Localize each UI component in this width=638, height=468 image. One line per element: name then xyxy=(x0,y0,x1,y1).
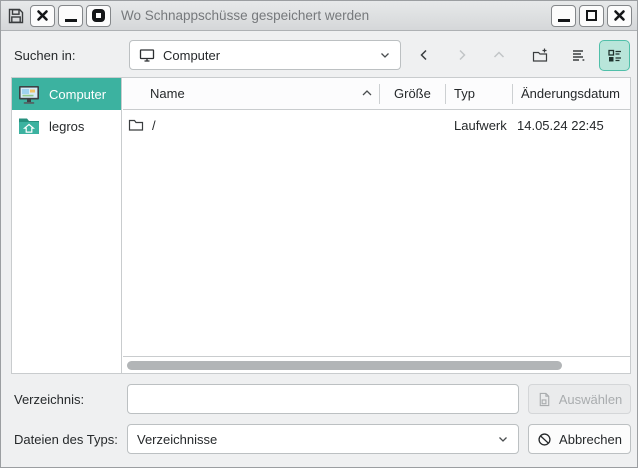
look-in-label: Suchen in: xyxy=(14,48,75,63)
titlebar-shade-button[interactable] xyxy=(86,5,111,27)
chevron-down-icon xyxy=(379,49,391,61)
directory-label: Verzeichnis: xyxy=(14,392,84,407)
directory-input[interactable] xyxy=(127,384,519,414)
maximize-icon xyxy=(586,10,597,21)
titlebar-close-left-button[interactable] xyxy=(30,5,55,27)
titlebar-minimize-button[interactable] xyxy=(551,5,576,27)
column-divider xyxy=(512,84,513,104)
computer-monitor-icon xyxy=(139,47,155,63)
file-row-root[interactable]: / Laufwerk 14.05.24 22:45 xyxy=(123,110,630,140)
sidebar-item-label: Computer xyxy=(49,87,106,102)
titlebar[interactable]: Wo Schnappschüsse gespeichert werden xyxy=(1,1,637,31)
file-modified: 14.05.24 22:45 xyxy=(517,118,604,133)
chevron-right-icon xyxy=(455,48,469,62)
column-header-modified[interactable]: Änderungsdatum xyxy=(521,86,620,101)
file-list: Name Größe Typ Änderungsdatum xyxy=(123,78,630,373)
parent-directory-button[interactable] xyxy=(489,45,509,65)
list-view-icon xyxy=(571,47,587,63)
choose-button[interactable]: Auswählen xyxy=(528,384,631,414)
column-divider xyxy=(379,84,380,104)
folder-icon xyxy=(128,117,144,133)
column-header-name[interactable]: Name xyxy=(150,86,185,101)
horizontal-scrollbar[interactable] xyxy=(123,356,630,373)
floppy-disk-icon xyxy=(7,7,25,25)
document-select-icon xyxy=(537,392,552,407)
detail-view-button[interactable] xyxy=(599,40,630,71)
sidebar-item-computer[interactable]: Computer xyxy=(12,78,121,110)
minimize-icon xyxy=(65,19,77,22)
filetype-combobox[interactable]: Verzeichnisse xyxy=(127,424,519,454)
filetype-label: Dateien des Typs: xyxy=(14,432,118,447)
chevron-left-icon xyxy=(417,48,431,62)
minimize-icon xyxy=(558,19,570,22)
places-sidebar: Computer legros xyxy=(12,78,122,373)
file-list-header: Name Größe Typ Änderungsdatum xyxy=(123,78,630,110)
column-divider xyxy=(445,84,446,104)
location-combobox-value: Computer xyxy=(163,48,220,63)
close-icon xyxy=(36,9,49,22)
file-type: Laufwerk xyxy=(454,118,507,133)
detail-view-icon xyxy=(607,48,623,64)
choose-button-label: Auswählen xyxy=(559,392,623,407)
file-dialog-window: Wo Schnappschüsse gespeichert werden Suc… xyxy=(0,0,638,468)
titlebar-minimize-left-button[interactable] xyxy=(58,5,83,27)
cancel-button-label: Abbrechen xyxy=(559,432,622,447)
list-view-button[interactable] xyxy=(569,45,589,65)
titlebar-maximize-button[interactable] xyxy=(579,5,604,27)
column-header-size[interactable]: Größe xyxy=(394,86,431,101)
sidebar-item-legros[interactable]: legros xyxy=(12,110,121,142)
filetype-combobox-value: Verzeichnisse xyxy=(137,432,217,447)
back-button[interactable] xyxy=(414,45,434,65)
column-header-type[interactable]: Typ xyxy=(454,86,475,101)
home-folder-icon xyxy=(17,114,41,138)
location-combobox[interactable]: Computer xyxy=(129,40,401,70)
chevron-down-icon xyxy=(497,433,509,445)
chevron-up-icon xyxy=(492,48,506,62)
dialog-main-panel: Computer legros Name xyxy=(11,77,631,374)
scrollbar-thumb[interactable] xyxy=(127,361,562,370)
titlebar-close-button[interactable] xyxy=(607,5,632,27)
new-folder-icon xyxy=(532,47,549,64)
window-title: Wo Schnappschüsse gespeichert werden xyxy=(121,8,548,23)
sort-ascending-icon[interactable] xyxy=(361,88,373,98)
computer-display-icon xyxy=(17,82,41,106)
file-name: / xyxy=(152,118,156,133)
shade-maximize-icon xyxy=(92,9,105,22)
cancel-slash-icon xyxy=(537,432,552,447)
sidebar-item-label: legros xyxy=(49,119,84,134)
close-icon xyxy=(613,9,626,22)
new-folder-button[interactable] xyxy=(530,45,550,65)
cancel-button[interactable]: Abbrechen xyxy=(528,424,631,454)
forward-button[interactable] xyxy=(452,45,472,65)
